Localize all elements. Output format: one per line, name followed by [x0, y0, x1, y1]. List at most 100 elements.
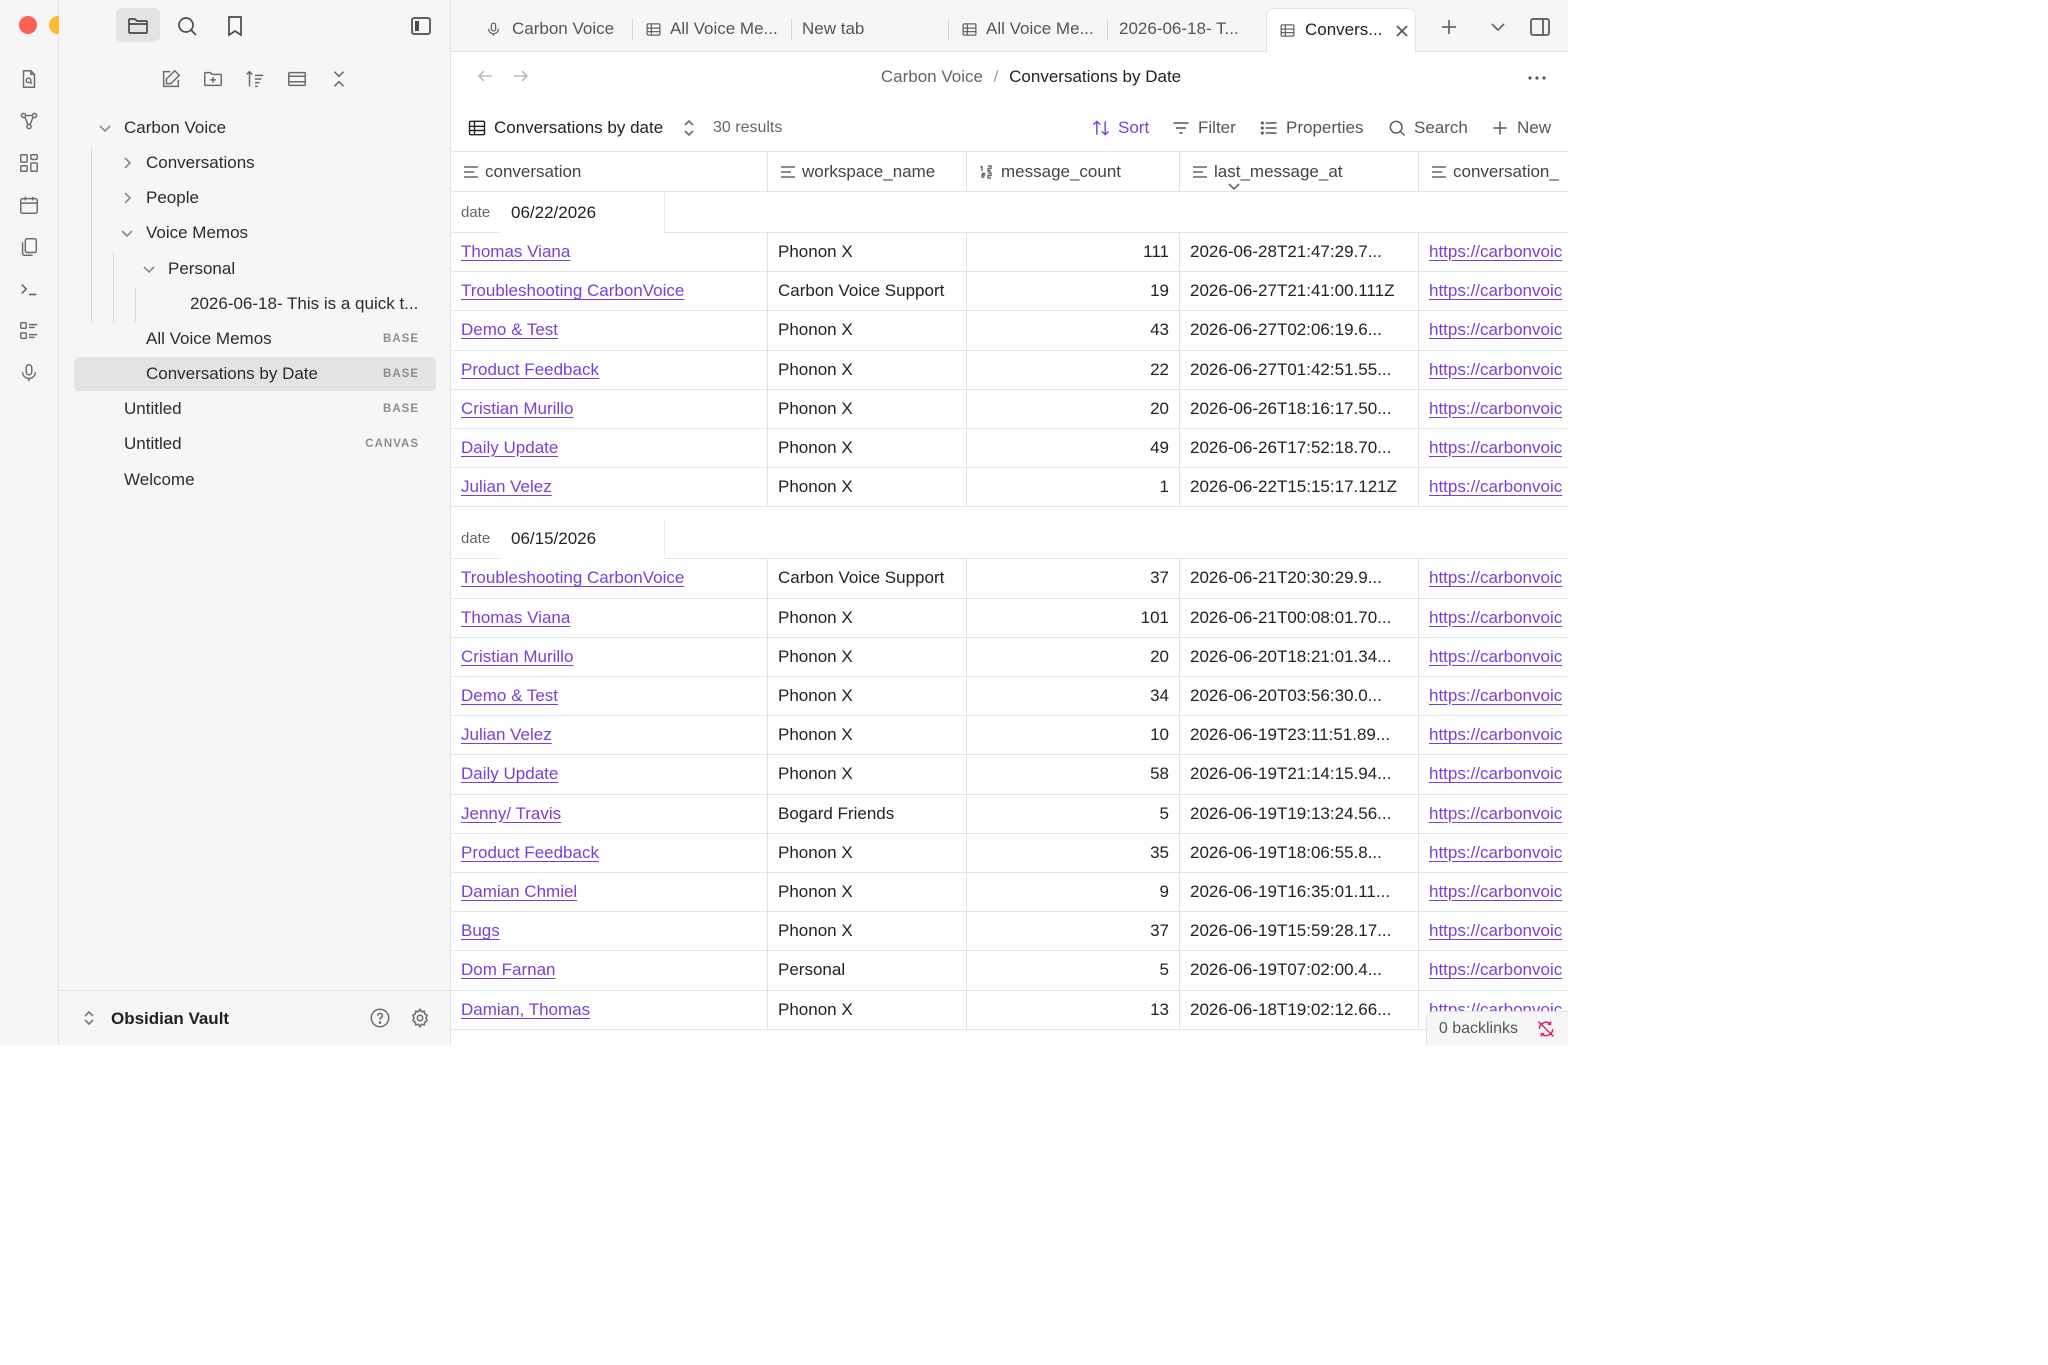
conversation-link[interactable]: Dom Farnan: [451, 951, 768, 991]
templates-icon[interactable]: [18, 236, 40, 258]
conversation-link[interactable]: Troubleshooting CarbonVoice: [451, 272, 768, 312]
conversation-url-link[interactable]: https://carbonvoic: [1419, 233, 1568, 272]
conversation-link[interactable]: Cristian Murillo: [451, 389, 768, 429]
conversation-url-link[interactable]: https://carbonvoic: [1419, 311, 1568, 350]
chevron-right-icon[interactable]: [120, 191, 134, 205]
conversation-url-link[interactable]: https://carbonvoic: [1419, 951, 1568, 990]
conversation-url-link[interactable]: https://carbonvoic: [1419, 559, 1568, 598]
sidebar-toggle-icon[interactable]: [409, 14, 433, 38]
settings-gear-icon[interactable]: [409, 1007, 431, 1029]
conversation-link[interactable]: Daily Update: [451, 429, 768, 469]
conversation-link[interactable]: Demo & Test: [451, 311, 768, 351]
breadcrumb-current[interactable]: Conversations by Date: [1009, 67, 1181, 86]
conversation-url-link[interactable]: https://carbonvoic: [1419, 873, 1568, 912]
conversation-url-link[interactable]: https://carbonvoic: [1419, 755, 1568, 794]
new-tab-plus-icon[interactable]: [1439, 17, 1459, 37]
close-window-button[interactable]: [19, 16, 37, 34]
chevron-down-icon[interactable]: [142, 262, 156, 276]
tab-carbon-voice[interactable]: Carbon Voice: [473, 10, 633, 48]
column-header-last-message-at[interactable]: last_message_at: [1180, 152, 1419, 192]
conversation-url-link[interactable]: https://carbonvoic: [1419, 834, 1568, 873]
tree-item-untitled[interactable]: Untitled BASE: [74, 392, 436, 426]
sort-chevron-down-icon[interactable]: [1214, 166, 1240, 191]
breadcrumb-parent[interactable]: Carbon Voice: [881, 67, 983, 86]
tree-item-welcome[interactable]: Welcome: [74, 463, 436, 497]
conversation-link[interactable]: Daily Update: [451, 755, 768, 795]
column-header-conversation[interactable]: conversation_: [1419, 152, 1568, 192]
column-header-workspace-name[interactable]: workspace_name: [768, 152, 967, 192]
column-header-message-count[interactable]: message_count: [967, 152, 1180, 192]
chevron-down-icon[interactable]: [120, 226, 134, 240]
conversation-link[interactable]: Bugs: [451, 912, 768, 952]
conversation-link[interactable]: Cristian Murillo: [451, 637, 768, 677]
conversation-link[interactable]: Thomas Viana: [451, 233, 768, 273]
daily-note-icon[interactable]: [18, 194, 40, 216]
folder-icon[interactable]: [126, 14, 150, 38]
conversation-link[interactable]: Damian, Thomas: [451, 990, 768, 1030]
back-arrow-icon[interactable]: [476, 67, 494, 85]
forward-arrow-icon[interactable]: [512, 67, 530, 85]
tree-item-voice-memos[interactable]: Voice Memos: [74, 216, 436, 250]
sync-off-icon[interactable]: [1536, 1019, 1556, 1039]
conversation-url-link[interactable]: https://carbonvoic: [1419, 272, 1568, 311]
conversation-link[interactable]: Julian Velez: [451, 716, 768, 756]
bases-icon[interactable]: [18, 320, 40, 342]
conversation-link[interactable]: Jenny/ Travis: [451, 794, 768, 834]
auto-reveal-icon[interactable]: [286, 68, 308, 90]
conversation-url-link[interactable]: https://carbonvoic: [1419, 468, 1568, 507]
tree-item-people[interactable]: People: [74, 181, 436, 215]
search-icon[interactable]: [175, 14, 199, 38]
conversation-url-link[interactable]: https://carbonvoic: [1419, 795, 1568, 834]
conversation-url-link[interactable]: https://carbonvoic: [1419, 429, 1568, 468]
right-sidebar-toggle-icon[interactable]: [1528, 15, 1552, 39]
tree-item-conversations-by-date[interactable]: Conversations by Date BASE: [74, 357, 436, 391]
canvas-icon[interactable]: [18, 152, 40, 174]
new-note-icon[interactable]: [160, 68, 182, 90]
graph-view-icon[interactable]: [18, 110, 40, 132]
conversation-link[interactable]: Thomas Viana: [451, 598, 768, 638]
breadcrumb-separator: /: [993, 67, 999, 86]
tab-all-voice-memos[interactable]: All Voice Me...: [634, 10, 789, 48]
vault-name[interactable]: Obsidian Vault: [111, 991, 229, 1045]
conversation-link[interactable]: Troubleshooting CarbonVoice: [451, 559, 768, 599]
conversation-link[interactable]: Julian Velez: [451, 468, 768, 508]
tab-new-tab[interactable]: New tab: [793, 10, 948, 48]
more-options-icon[interactable]: [1526, 67, 1548, 89]
close-tab-icon[interactable]: [1394, 23, 1410, 39]
tab-memo-2026-06-18[interactable]: 2026-06-18- T...: [1109, 10, 1264, 48]
conversation-url-link[interactable]: https://carbonvoic: [1419, 638, 1568, 677]
new-folder-icon[interactable]: [202, 68, 224, 90]
conversation-url-link[interactable]: https://carbonvoic: [1419, 390, 1568, 429]
tree-item-conversations[interactable]: Conversations: [74, 146, 436, 180]
conversation-url-link[interactable]: https://carbonvoic: [1419, 677, 1568, 716]
chevron-down-icon[interactable]: [98, 121, 112, 135]
conversation-link[interactable]: Demo & Test: [451, 677, 768, 717]
bookmark-icon[interactable]: [223, 14, 247, 38]
quick-switcher-icon[interactable]: [18, 68, 40, 90]
backlinks-status[interactable]: 0 backlinks: [1425, 1011, 1568, 1045]
tab-all-voice-memos-2[interactable]: All Voice Me...: [950, 10, 1105, 48]
vault-switch-chevron-icon[interactable]: [81, 1009, 97, 1027]
voice-memo-icon[interactable]: [18, 362, 40, 384]
conversation-url-link[interactable]: https://carbonvoic: [1419, 716, 1568, 755]
conversation-link[interactable]: Product Feedback: [451, 833, 768, 873]
conversation-link[interactable]: Damian Chmiel: [451, 873, 768, 913]
conversation-url-link[interactable]: https://carbonvoic: [1419, 351, 1568, 390]
conversation-url-link[interactable]: https://carbonvoic: [1419, 599, 1568, 638]
tree-item-carbon-voice[interactable]: Carbon Voice: [74, 111, 436, 145]
command-palette-icon[interactable]: [18, 278, 40, 300]
message-count-cell: 101: [967, 598, 1180, 638]
sort-order-icon[interactable]: [244, 68, 266, 90]
tree-item-all-voice-memos[interactable]: All Voice Memos BASE: [74, 322, 436, 356]
tree-item-untitled[interactable]: Untitled CANVAS: [74, 427, 436, 461]
tab-list-chevron-icon[interactable]: [1489, 18, 1507, 36]
collapse-all-icon[interactable]: [328, 68, 350, 90]
conversation-link[interactable]: Product Feedback: [451, 350, 768, 390]
tree-item-personal[interactable]: Personal: [74, 252, 436, 286]
tab-conversations-by-date[interactable]: Convers...: [1266, 8, 1416, 53]
conversation-url-link[interactable]: https://carbonvoic: [1419, 912, 1568, 951]
help-icon[interactable]: [369, 1007, 391, 1029]
tree-item-2026-06-18-this-is-a-quick-t[interactable]: 2026-06-18- This is a quick t...: [74, 287, 436, 321]
chevron-right-icon[interactable]: [120, 156, 134, 170]
column-header-conversation[interactable]: conversation: [451, 152, 768, 192]
